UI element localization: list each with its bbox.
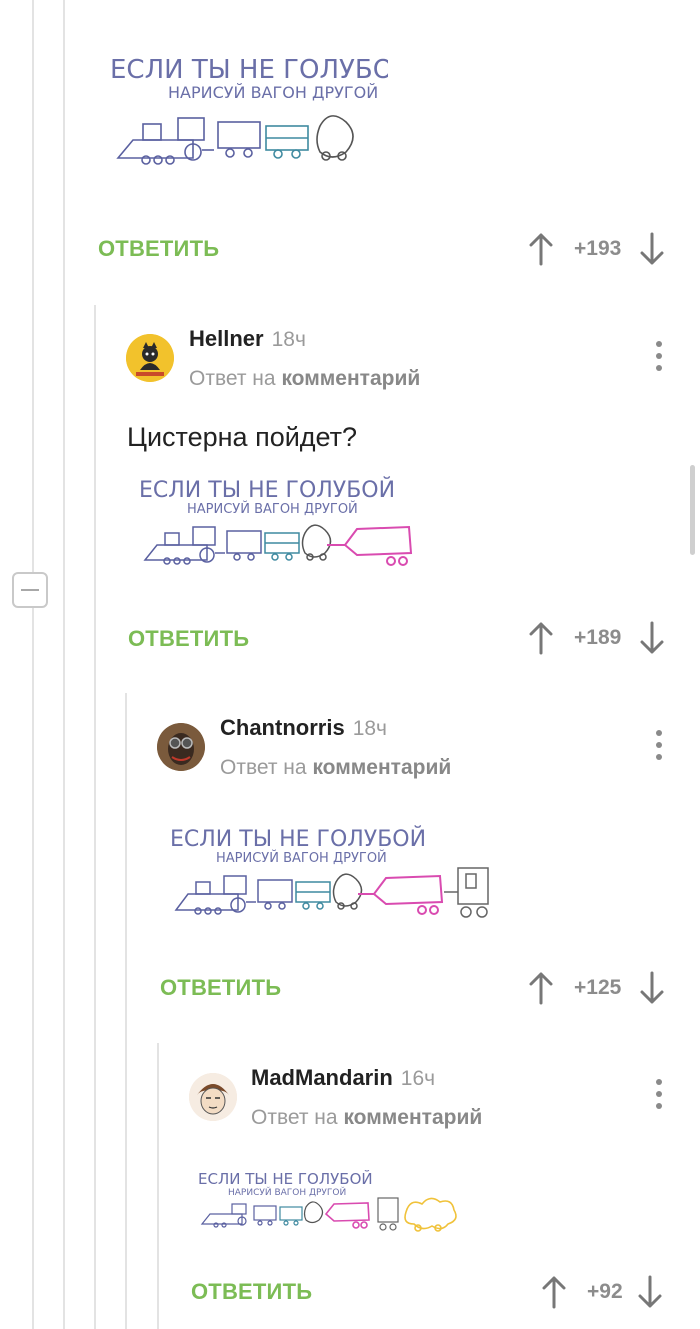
comment-image[interactable]: ЕСЛИ ТЫ НЕ ГОЛУБОЙ НАРИСУЙ ВАГОН ДРУГОЙ: [192, 1160, 472, 1240]
comment-image[interactable]: ЕСЛИ ТЫ НЕ ГОЛУБОЙ НАРИСУЙ ВАГОН ДРУГОЙ: [160, 812, 500, 942]
arrow-up-icon[interactable]: [541, 1275, 567, 1309]
collapse-thread-button[interactable]: [12, 572, 48, 608]
avatar[interactable]: [126, 334, 174, 382]
image-caption-line1: ЕСЛИ ТЫ НЕ ГОЛУБОЙ: [139, 477, 395, 503]
thread-line-level-0: [32, 0, 34, 1329]
train-drawing: [200, 1197, 457, 1232]
train-drawing: [174, 867, 489, 918]
comment-time: 18ч: [352, 717, 387, 740]
rating-value: +92: [587, 1280, 623, 1303]
rating-value: +193: [574, 237, 622, 260]
author-line: Chantnorris 18ч: [220, 715, 387, 741]
image-caption-line2: НАРИСУЙ ВАГОН ДРУГОЙ: [168, 83, 378, 102]
reply-prefix: Ответ на: [220, 756, 307, 779]
reply-target-link[interactable]: комментарий: [281, 367, 420, 390]
image-caption-line1: ЕСЛИ ТЫ НЕ ГОЛУБОЙ: [198, 1169, 373, 1188]
more-vertical-icon[interactable]: [654, 341, 664, 371]
arrow-up-icon[interactable]: [528, 232, 554, 266]
thread-line-level-4: [157, 1043, 159, 1329]
image-caption-line2: НАРИСУЙ ВАГОН ДРУГОЙ: [216, 850, 387, 866]
minus-icon: [21, 589, 39, 591]
image-caption-line1: ЕСЛИ ТЫ НЕ ГОЛУБОЙ: [170, 826, 426, 852]
vote-control: +92: [541, 1275, 663, 1309]
rating-value: +125: [574, 976, 622, 999]
avatar[interactable]: [189, 1073, 237, 1121]
author-line: MadMandarin 16ч: [251, 1065, 435, 1091]
reply-target-link[interactable]: комментарий: [343, 1106, 482, 1129]
reply-to-line: Ответ на комментарий: [251, 1106, 482, 1130]
vote-control: +189: [528, 621, 665, 655]
reply-button[interactable]: ОТВЕТИТЬ: [128, 626, 249, 652]
scrollbar[interactable]: [690, 465, 695, 555]
rating-value: +189: [574, 626, 622, 649]
arrow-down-icon[interactable]: [637, 1275, 663, 1309]
thread-line-level-2: [94, 305, 96, 1329]
image-caption-line1: ЕСЛИ ТЫ НЕ ГОЛУБОЙ: [110, 53, 388, 85]
arrow-up-icon[interactable]: [528, 971, 554, 1005]
avatar-image: [189, 1073, 237, 1121]
avatar[interactable]: [157, 723, 205, 771]
image-caption-line2: НАРИСУЙ ВАГОН ДРУГОЙ: [187, 501, 358, 517]
reply-button[interactable]: ОТВЕТИТЬ: [160, 975, 281, 1001]
train-drawing: [143, 524, 413, 566]
reply-prefix: Ответ на: [251, 1106, 338, 1129]
avatar-image: [126, 334, 174, 382]
comment-time: 16ч: [400, 1067, 436, 1090]
more-vertical-icon[interactable]: [654, 1079, 664, 1109]
train-drawing: [116, 115, 354, 165]
reply-prefix: Ответ на: [189, 367, 276, 390]
reply-to-line: Ответ на комментарий: [189, 367, 420, 391]
author-name[interactable]: MadMandarin: [251, 1065, 393, 1090]
avatar-image: [157, 723, 205, 771]
vote-control: +125: [528, 971, 665, 1005]
vote-control: +193: [528, 232, 665, 266]
thread-line-level-3: [125, 693, 127, 1329]
arrow-down-icon[interactable]: [639, 232, 665, 266]
image-caption-line2: НАРИСУЙ ВАГОН ДРУГОЙ: [228, 1186, 346, 1198]
author-name[interactable]: Hellner: [189, 326, 264, 351]
author-line: Hellner 18ч: [189, 326, 306, 352]
arrow-down-icon[interactable]: [639, 621, 665, 655]
more-vertical-icon[interactable]: [654, 730, 664, 760]
reply-target-link[interactable]: комментарий: [312, 756, 451, 779]
reply-to-line: Ответ на комментарий: [220, 756, 451, 780]
reply-button[interactable]: ОТВЕТИТЬ: [98, 236, 219, 262]
reply-button[interactable]: ОТВЕТИТЬ: [191, 1279, 312, 1305]
author-name[interactable]: Chantnorris: [220, 715, 345, 740]
comment-text: Цистерна пойдет?: [127, 422, 358, 452]
comment-image[interactable]: ЕСЛИ ТЫ НЕ ГОЛУБОЙ НАРИСУЙ ВАГОН ДРУГОЙ: [98, 40, 388, 190]
comment-image[interactable]: ЕСЛИ ТЫ НЕ ГОЛУБОЙ НАРИСУЙ ВАГОН ДРУГОЙ: [127, 465, 427, 585]
comment-time: 18ч: [271, 328, 306, 351]
arrow-up-icon[interactable]: [528, 621, 554, 655]
arrow-down-icon[interactable]: [639, 971, 665, 1005]
thread-line-level-1: [63, 0, 65, 1329]
